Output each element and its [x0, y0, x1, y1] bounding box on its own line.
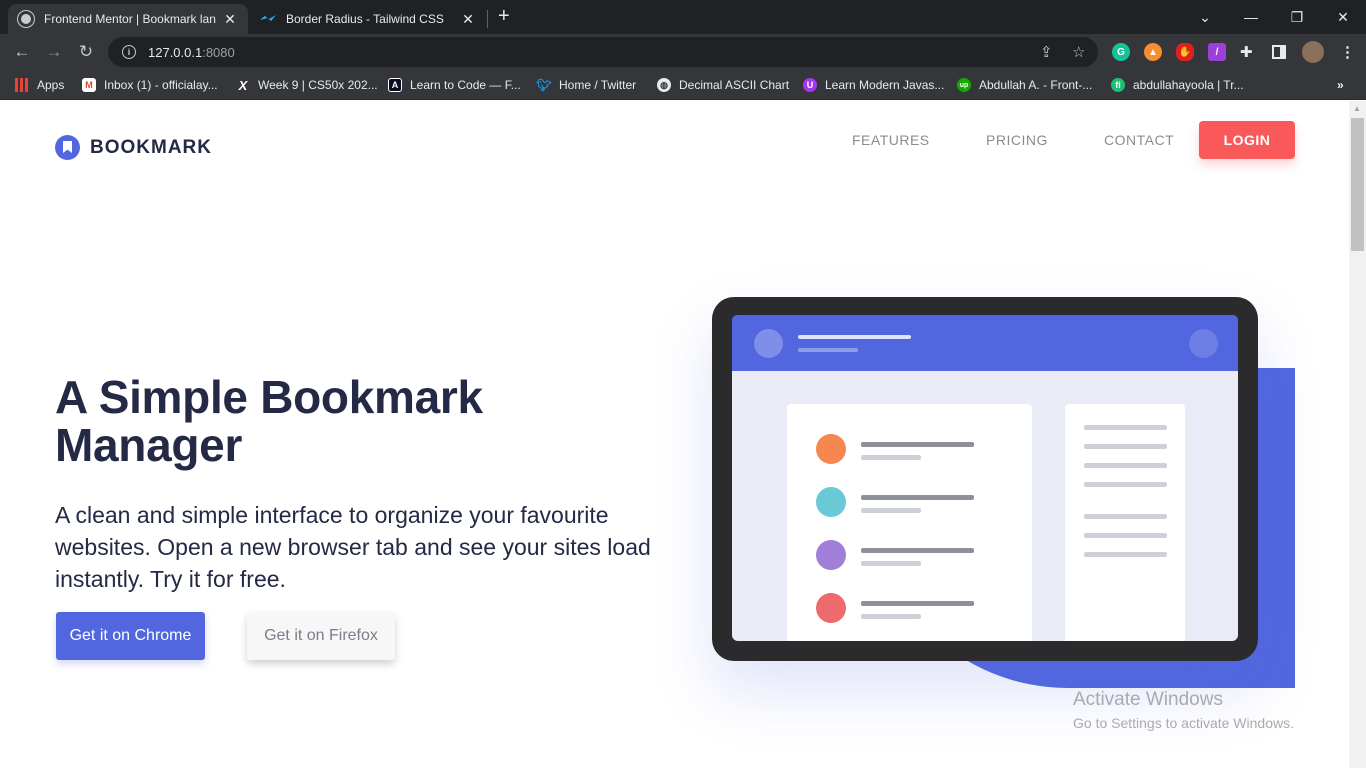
list-dot [816, 487, 846, 517]
hero-subtitle: A clean and simple interface to organize… [55, 502, 651, 592]
scrollbar-thumb[interactable] [1351, 118, 1364, 251]
brand-logo[interactable]: BOOKMARK [55, 135, 212, 160]
browser-toolbar: ← → ↻ i 127.0.0.1:8080 ⇪ ☆ G ▲ ✋ / ✚ ⋮ [0, 34, 1366, 70]
bookmark-star-icon[interactable]: ☆ [1072, 43, 1085, 61]
list-item [816, 593, 1006, 623]
bookmark-gmail[interactable]: M Inbox (1) - officialay... [82, 76, 218, 94]
tailwind-icon [260, 15, 276, 21]
extension-purple-icon[interactable]: / [1208, 43, 1226, 61]
watermark-title: Activate Windows [1073, 689, 1223, 710]
bookmark-udemy[interactable]: U Learn Modern Javas... [803, 76, 944, 94]
hero-title: A Simple Bookmark Manager [55, 371, 483, 471]
list-dot [816, 540, 846, 570]
get-chrome-button[interactable]: Get it on Chrome [56, 612, 205, 660]
nav-contact[interactable]: CONTACT [1104, 132, 1174, 148]
profile-avatar[interactable] [1302, 41, 1324, 63]
twitter-icon: 🐦︎ [536, 78, 552, 92]
screen-avatar [754, 329, 783, 358]
tab-title: Frontend Mentor | Bookmark lan [44, 12, 216, 26]
watermark-subtitle: Go to Settings to activate Windows. [1073, 715, 1294, 731]
screen-side-card [1065, 404, 1185, 641]
reload-button[interactable]: ↻ [74, 40, 98, 64]
minimize-button[interactable]: — [1228, 0, 1274, 34]
share-icon[interactable]: ⇪ [1040, 43, 1053, 61]
nav-pricing[interactable]: PRICING [986, 132, 1048, 148]
page-favicon-icon [18, 11, 34, 27]
get-firefox-button[interactable]: Get it on Firefox [247, 612, 395, 660]
extensions-puzzle-icon[interactable]: ✚ [1240, 43, 1253, 61]
bookmark-logo-icon [55, 135, 80, 160]
tab-divider [487, 10, 488, 28]
gmail-icon: M [82, 78, 96, 92]
windows-activation-watermark: Activate Windows Go to Settings to activ… [1073, 689, 1294, 731]
bookmark-ascii[interactable]: ◍ Decimal ASCII Chart [657, 76, 789, 94]
close-tab-icon[interactable]: ✕ [222, 11, 238, 28]
bookmark-upwork[interactable]: up Abdullah A. - Front-... [957, 76, 1092, 94]
extension-red-icon[interactable]: ✋ [1176, 43, 1194, 61]
fiverr-icon: fi [1111, 78, 1125, 92]
udemy-icon: U [803, 78, 817, 92]
tablet-illustration [712, 297, 1258, 661]
list-item [816, 540, 1006, 570]
forward-button[interactable]: → [42, 40, 66, 64]
bookmarks-overflow-icon[interactable]: » [1337, 76, 1344, 94]
address-bar[interactable]: i 127.0.0.1:8080 [108, 37, 1098, 67]
apps-grid-icon [15, 78, 29, 92]
login-button[interactable]: LOGIN [1199, 121, 1295, 159]
restore-button[interactable]: ❐ [1274, 0, 1320, 34]
address-port: :8080 [202, 44, 235, 60]
nav-features[interactable]: FEATURES [852, 132, 930, 148]
address-host: 127.0.0.1 [148, 44, 203, 60]
side-panel-icon[interactable] [1272, 45, 1286, 59]
bookmark-twitter[interactable]: 🐦︎ Home / Twitter [536, 76, 636, 94]
site-info-icon[interactable]: i [122, 45, 136, 59]
tab-title: Border Radius - Tailwind CSS [286, 12, 444, 26]
close-tab-icon[interactable]: ✕ [460, 11, 476, 28]
tab-frontend-mentor[interactable]: Frontend Mentor | Bookmark lan ✕ [8, 4, 248, 34]
back-button[interactable]: ← [10, 40, 34, 64]
brand-name: BOOKMARK [90, 136, 212, 158]
globe-icon: ◍ [657, 78, 671, 92]
upwork-icon: up [957, 78, 971, 92]
close-window-button[interactable]: ✕ [1320, 0, 1366, 34]
freecodecamp-icon: A [388, 78, 402, 92]
tab-search-icon[interactable]: ⌄ [1182, 0, 1228, 34]
screen-header [732, 315, 1238, 371]
list-item [816, 434, 1006, 464]
screen-avatar-right [1189, 329, 1218, 358]
grammarly-icon[interactable]: G [1112, 43, 1130, 61]
menu-kebab-icon[interactable]: ⋮ [1340, 43, 1355, 61]
bookmark-apps[interactable]: Apps [15, 76, 64, 94]
extension-orange-icon[interactable]: ▲ [1144, 43, 1162, 61]
list-item [816, 487, 1006, 517]
screen-list-card [787, 404, 1032, 641]
bookmark-fiverr[interactable]: fi abdullahayoola | Tr... [1111, 76, 1244, 94]
bookmarks-bar: Apps M Inbox (1) - officialay... X Week 9 … [0, 70, 1366, 100]
page-viewport: BOOKMARK FEATURES PRICING CONTACT LOGIN … [0, 101, 1349, 768]
list-dot [816, 434, 846, 464]
list-dot [816, 593, 846, 623]
page-scrollbar[interactable]: ▲ [1349, 101, 1366, 768]
tablet-screen [732, 315, 1238, 641]
bookmark-cs50[interactable]: X Week 9 | CS50x 202... [236, 76, 378, 94]
browser-tab-strip: Frontend Mentor | Bookmark lan ✕ Border … [0, 0, 1366, 34]
bookmark-freecodecamp[interactable]: A Learn to Code — F... [388, 76, 521, 94]
tab-tailwind[interactable]: Border Radius - Tailwind CSS ✕ [250, 4, 486, 34]
x-icon: X [238, 77, 248, 93]
scroll-up-icon[interactable]: ▲ [1353, 104, 1361, 113]
new-tab-button[interactable]: + [498, 5, 510, 28]
